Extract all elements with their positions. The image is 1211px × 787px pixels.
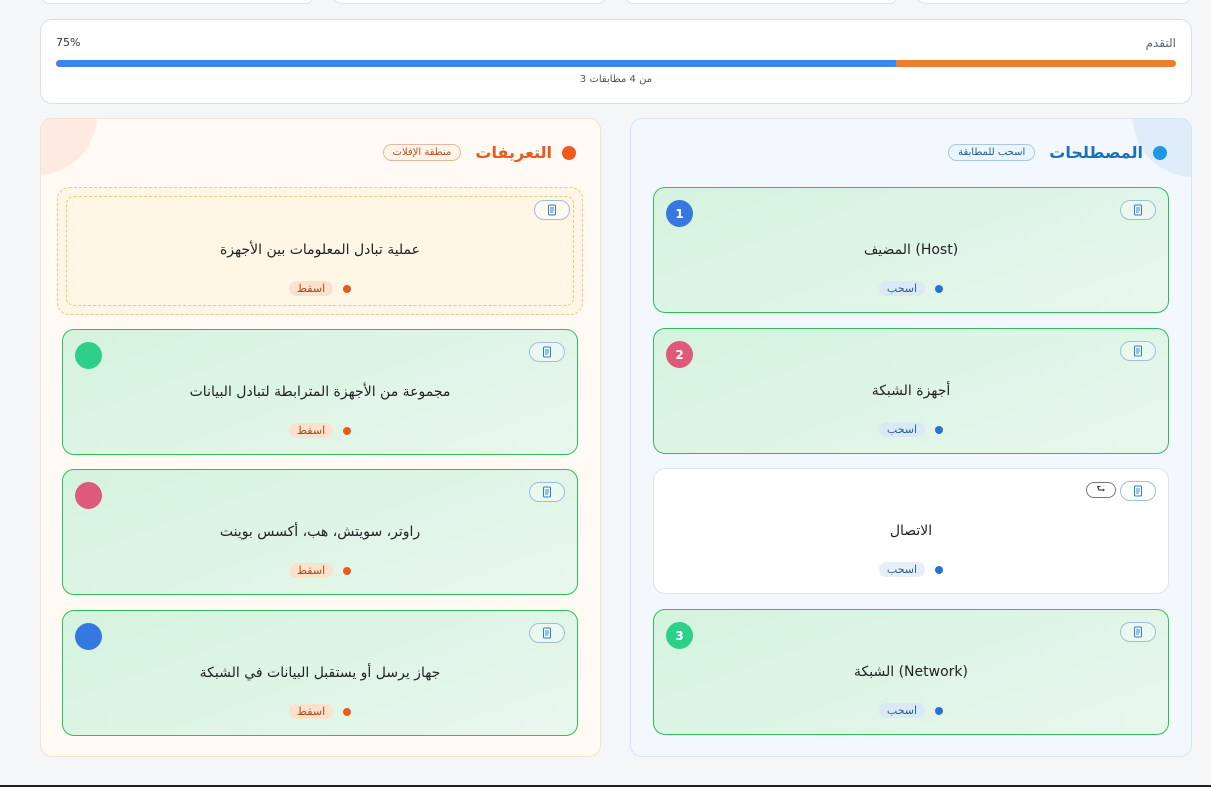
definitions-panel: التعريفات منطقة الإفلات عملية تبادل المع… xyxy=(40,118,601,757)
card-footer: اسحب xyxy=(654,703,1168,718)
drag-chip: اسحب xyxy=(878,703,926,718)
definition-card[interactable]: عملية تبادل المعلومات بين الأجهزة اسقط xyxy=(57,187,583,315)
status-dot-icon xyxy=(343,426,352,435)
term-card[interactable]: 1 المضيف (Host) اسحب xyxy=(653,187,1169,313)
document-icon[interactable] xyxy=(534,200,570,220)
status-dot-icon xyxy=(343,707,352,716)
document-icon[interactable] xyxy=(529,623,565,643)
status-dot-icon xyxy=(343,566,352,575)
definitions-title: التعريفات xyxy=(475,143,552,162)
document-icon[interactable] xyxy=(1120,622,1156,642)
drag-chip: اسحب xyxy=(878,562,926,577)
term-text: الاتصال xyxy=(889,523,933,539)
terms-header: المصطلحات اسحب للمطابقة xyxy=(948,143,1167,162)
drop-chip: اسقط xyxy=(288,423,334,438)
progress-label: التقدم xyxy=(1145,36,1176,50)
card-footer: اسقط xyxy=(58,281,582,296)
term-text: المضيف (Host) xyxy=(863,242,959,258)
document-icon[interactable] xyxy=(1120,481,1156,501)
document-icon[interactable] xyxy=(1120,341,1156,361)
drag-chip: اسحب xyxy=(878,281,926,296)
definition-text: راوتر، سويتش، هب، أكسس بوينت xyxy=(219,524,421,540)
match-number-badge xyxy=(75,482,102,509)
status-dot-icon xyxy=(935,565,944,574)
swap-icon[interactable]: ⮑ xyxy=(1086,482,1116,498)
definition-card[interactable]: جهاز يرسل أو يستقبل البيانات في الشبكة اس… xyxy=(62,610,578,736)
card-footer: اسقط xyxy=(63,423,577,438)
card-footer: اسحب xyxy=(654,422,1168,437)
terms-title: المصطلحات xyxy=(1049,143,1143,162)
status-dot-icon xyxy=(935,706,944,715)
match-number-badge: 2 xyxy=(666,341,693,368)
card-footer: اسقط xyxy=(63,704,577,719)
term-card[interactable]: 2 أجهزة الشبكة اسحب xyxy=(653,328,1169,454)
drag-to-match-pill: اسحب للمطابقة xyxy=(948,144,1036,161)
term-text: الشبكة (Network) xyxy=(854,664,968,680)
terms-dot-icon xyxy=(1153,145,1167,160)
drag-chip: اسحب xyxy=(878,422,926,437)
progress-bar xyxy=(56,60,1176,67)
match-number-badge xyxy=(75,342,102,369)
terms-panel: المصطلحات اسحب للمطابقة 1 المضيف (Host) اس… xyxy=(630,118,1192,757)
progress-percent: 75% xyxy=(56,36,81,49)
match-number-badge xyxy=(75,623,102,650)
card-footer: اسحب xyxy=(654,562,1168,577)
definition-text: عملية تبادل المعلومات بين الأجهزة xyxy=(219,242,421,258)
drop-chip: اسقط xyxy=(288,563,334,578)
match-number-badge: 3 xyxy=(666,622,693,649)
definitions-dot-icon xyxy=(562,145,576,160)
stat-card xyxy=(40,0,315,4)
status-dot-icon xyxy=(343,284,352,293)
definition-card[interactable]: راوتر، سويتش، هب، أكسس بوينت اسقط xyxy=(62,469,578,595)
drop-chip: اسقط xyxy=(288,704,334,719)
definition-text: مجموعة من الأجهزة المترابطة لتبادل البيا… xyxy=(189,384,451,400)
definition-card[interactable]: مجموعة من الأجهزة المترابطة لتبادل البيا… xyxy=(62,329,578,455)
decorative-blob xyxy=(41,119,97,175)
term-card[interactable]: ⮑ الاتصال اسحب xyxy=(653,468,1169,594)
status-dot-icon xyxy=(935,425,944,434)
definitions-header: التعريفات منطقة الإفلات xyxy=(382,143,576,162)
definition-text: جهاز يرسل أو يستقبل البيانات في الشبكة xyxy=(199,665,441,681)
term-text: أجهزة الشبكة xyxy=(871,383,951,399)
stat-card xyxy=(332,0,607,4)
match-number-badge: 1 xyxy=(666,200,693,227)
document-icon[interactable] xyxy=(1120,200,1156,220)
stat-card xyxy=(916,0,1192,4)
status-dot-icon xyxy=(935,284,944,293)
progress-subtext: 3 من 4 مطابقات xyxy=(579,74,653,85)
card-footer: اسقط xyxy=(63,563,577,578)
stat-card xyxy=(624,0,899,4)
card-footer: اسحب xyxy=(654,281,1168,296)
drop-chip: اسقط xyxy=(288,281,334,296)
term-card[interactable]: 3 الشبكة (Network) اسحب xyxy=(653,609,1169,735)
progress-panel: التقدم 75% 3 من 4 مطابقات xyxy=(40,19,1192,104)
document-icon[interactable] xyxy=(529,342,565,362)
progress-bar-fill xyxy=(56,60,896,67)
document-icon[interactable] xyxy=(529,482,565,502)
drop-zone-pill: منطقة الإفلات xyxy=(382,144,462,161)
